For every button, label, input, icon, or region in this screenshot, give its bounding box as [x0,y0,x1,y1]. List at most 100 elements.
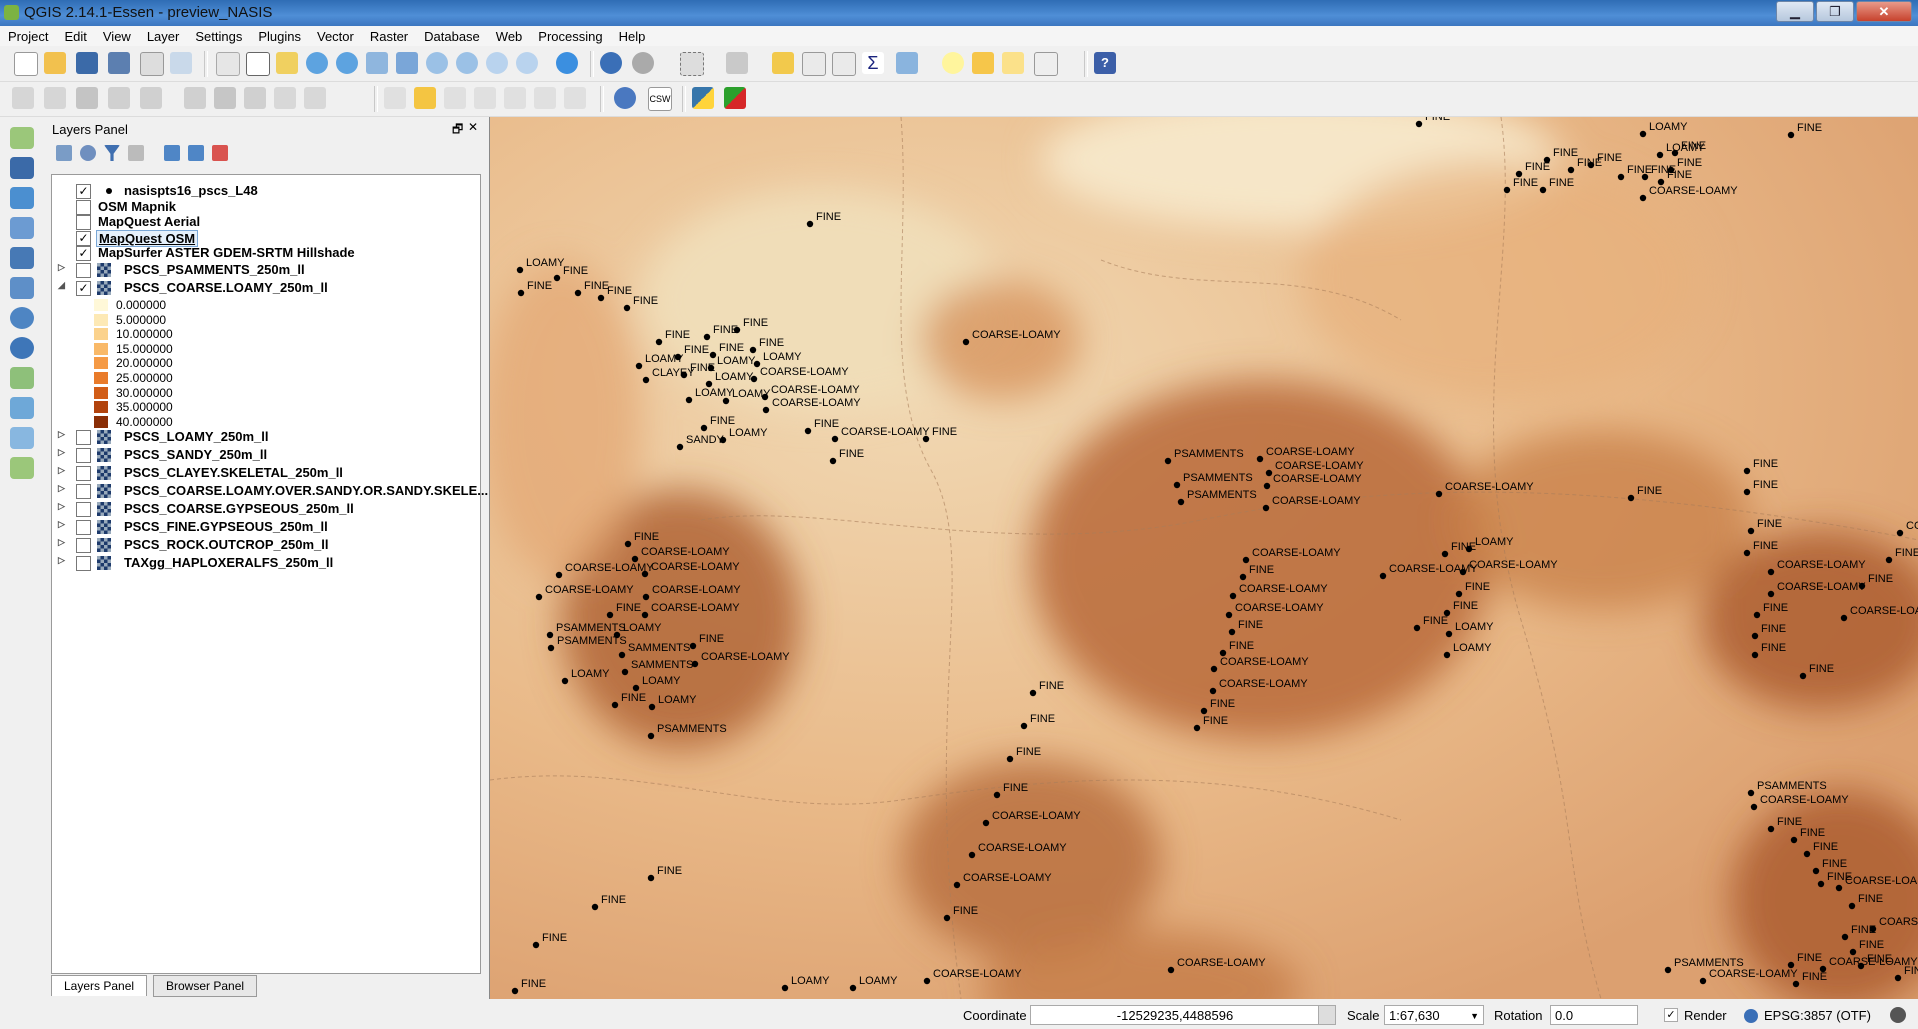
rotate-label-icon[interactable] [534,87,556,109]
composer-manager-icon[interactable] [170,52,192,74]
expand-arrow-icon[interactable]: ▷ [58,447,65,458]
expand-arrow-icon[interactable]: ▷ [58,555,65,566]
zoom-to-selection-icon[interactable] [426,52,448,74]
field-calculator-icon[interactable] [832,52,856,76]
tab-layers-panel[interactable]: Layers Panel [51,975,148,996]
current-edits-icon[interactable] [12,87,34,109]
close-button[interactable]: ✕ [1856,1,1912,22]
layer-row[interactable]: ▷ PSCS_CLAYEY.SKELETAL_250m_ll [52,464,478,482]
crs-status[interactable]: EPSG:3857 (OTF) [1764,1008,1871,1023]
select-features-icon[interactable] [680,52,704,76]
python-console-icon[interactable] [692,87,714,109]
menu-vector[interactable]: Vector [309,29,362,44]
map-svg[interactable]: FINELOAMY FINELOAMYFINEFINE FINEFINEFINEFI… [490,117,1918,999]
layer-checkbox[interactable] [76,520,91,535]
add-delimited-text-icon[interactable] [10,397,34,419]
node-tool-icon[interactable] [184,87,206,109]
crs-globe-icon[interactable] [1744,1009,1758,1023]
layer-checkbox[interactable]: ✓ [76,246,91,261]
add-postgis-icon[interactable] [10,187,34,209]
pan-to-selection-icon[interactable] [276,52,298,74]
layer-row[interactable]: ▷ TAXgg_HAPLOXERALFS_250m_ll [52,554,478,572]
open-project-icon[interactable] [44,52,66,74]
layer-row[interactable]: ▷ PSCS_FINE.GYPSEOUS_250m_ll [52,518,478,536]
delete-selected-icon[interactable] [214,87,236,109]
menu-project[interactable]: Project [0,29,56,44]
add-raster-layer-icon[interactable] [10,157,34,179]
messages-icon[interactable] [1890,1007,1906,1023]
add-wfs-icon[interactable] [10,367,34,389]
zoom-native-icon[interactable] [366,52,388,74]
add-oracle-icon[interactable] [10,277,34,299]
layer-checkbox[interactable] [76,484,91,499]
collapse-arrow-icon[interactable]: ◢ [58,280,65,291]
move-feature-icon[interactable] [140,87,162,109]
collapse-all-icon[interactable] [188,145,204,161]
menu-processing[interactable]: Processing [530,29,610,44]
move-label-icon[interactable] [504,87,526,109]
expand-all-icon[interactable] [164,145,180,161]
layer-checkbox[interactable] [76,215,91,230]
save-as-icon[interactable] [108,52,130,74]
add-group-icon[interactable] [80,145,96,161]
add-wms-icon[interactable] [10,307,34,329]
pan-icon[interactable] [246,52,270,76]
menu-settings[interactable]: Settings [187,29,250,44]
change-label-icon[interactable] [564,87,586,109]
label-abc-icon[interactable] [384,87,406,109]
layer-checkbox[interactable] [76,466,91,481]
statistics-sigma-icon[interactable]: Σ [862,52,884,74]
menu-view[interactable]: View [95,29,139,44]
expand-arrow-icon[interactable]: ▷ [58,501,65,512]
layer-row[interactable]: ✓ MapSurfer ASTER GDEM-SRTM Hillshade [52,244,478,262]
new-bookmark-icon[interactable] [1002,52,1024,74]
coordinate-field[interactable]: -12529235,4488596 [1030,1005,1320,1025]
new-shapefile-icon[interactable] [10,457,34,479]
layer-row[interactable]: ▷ PSCS_LOAMY_250m_ll [52,428,478,446]
add-spatialite-icon[interactable] [10,217,34,239]
layer-row[interactable]: ▷ PSCS_SANDY_250m_ll [52,446,478,464]
layer-row[interactable]: ▷ PSCS_COARSE.GYPSEOUS_250m_ll [52,500,478,518]
add-feature-icon[interactable] [108,87,130,109]
menu-help[interactable]: Help [611,29,654,44]
save-edits-icon[interactable] [76,87,98,109]
text-annotation-icon[interactable] [1034,52,1058,76]
pin-labels-icon[interactable] [444,87,466,109]
maximize-button[interactable]: ❐ [1816,1,1854,22]
deselect-icon[interactable] [772,52,794,74]
add-mssql-icon[interactable] [10,247,34,269]
menu-edit[interactable]: Edit [56,29,94,44]
metasearch-icon[interactable] [614,87,636,109]
zoom-last-icon[interactable] [486,52,508,74]
layer-checkbox[interactable] [76,538,91,553]
layer-row[interactable]: ◢ ✓ PSCS_COARSE.LOAMY_250m_ll [52,279,478,297]
print-composer-icon[interactable] [140,52,164,76]
add-vector-layer-icon[interactable] [10,127,34,149]
touch-zoom-icon[interactable] [216,52,240,76]
float-panel-icon[interactable]: 🗗 [452,120,463,141]
copy-features-icon[interactable] [274,87,296,109]
action-icon[interactable] [632,52,654,74]
layer-checkbox[interactable] [76,430,91,445]
bookmark-icon[interactable] [972,52,994,74]
filter-expression-icon[interactable] [128,145,144,161]
minimize-button[interactable]: ▁ [1776,1,1814,22]
layer-row[interactable]: ▷ PSCS_PSAMMENTS_250m_ll [52,261,478,279]
remove-layer-icon[interactable] [212,145,228,161]
zoom-next-icon[interactable] [516,52,538,74]
close-panel-icon[interactable]: ✕ [468,120,478,134]
layer-checkbox[interactable] [76,263,91,278]
render-checkbox[interactable]: ✓ [1664,1008,1678,1022]
plugin-icon[interactable] [724,87,746,109]
layer-checkbox[interactable] [76,556,91,571]
expand-arrow-icon[interactable]: ▷ [58,262,65,273]
zoom-out-icon[interactable] [336,52,358,74]
add-wcs-icon[interactable] [10,337,34,359]
select-by-expression-icon[interactable] [726,52,748,74]
rotation-spinbox[interactable]: 0.0 [1550,1005,1638,1025]
tab-browser-panel[interactable]: Browser Panel [153,975,258,997]
zoom-in-icon[interactable] [306,52,328,74]
measure-icon[interactable] [896,52,918,74]
layer-checkbox[interactable] [76,502,91,517]
layer-checkbox[interactable]: ✓ [76,184,91,199]
